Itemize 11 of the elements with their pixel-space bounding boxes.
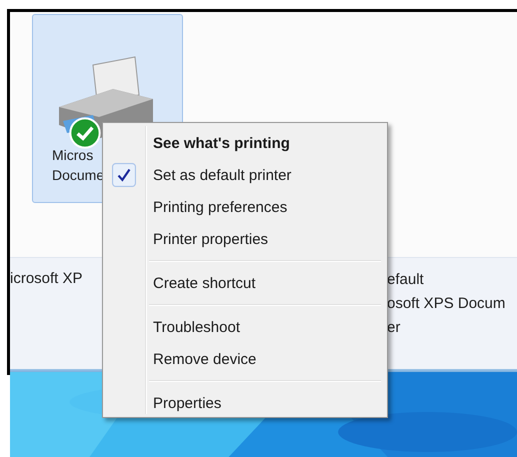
menu-item[interactable]: Create shortcut [105, 267, 385, 299]
menu-item[interactable]: Troubleshoot [105, 311, 385, 343]
detail-value: efault [387, 270, 425, 290]
detail-value: osoft XPS Docum [387, 294, 506, 314]
device-name: icrosoft XP [10, 270, 83, 289]
device-name: Micros [52, 146, 94, 165]
menu-item[interactable]: Remove device [105, 343, 385, 375]
menu-item[interactable]: Properties [105, 387, 385, 419]
device-name: Docume [52, 166, 104, 185]
menu-item[interactable]: Printer properties [105, 223, 385, 255]
detail-value: er [387, 318, 402, 338]
